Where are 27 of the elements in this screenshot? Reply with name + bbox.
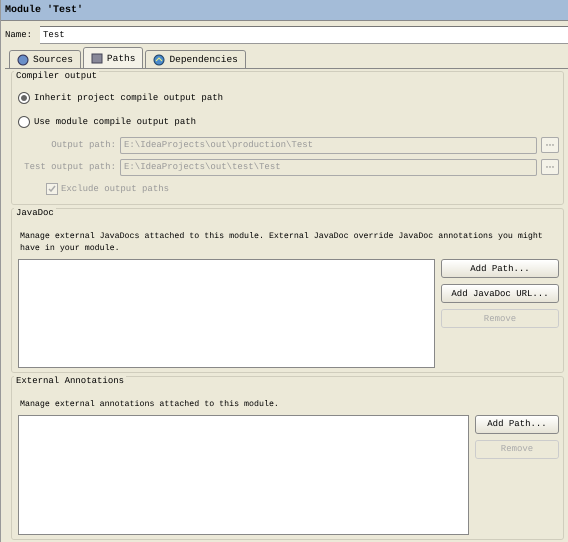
description-text: Manage external annotations attached to this module.: [20, 398, 280, 410]
browse-button[interactable]: [541, 159, 559, 175]
group-title: Compiler output: [14, 71, 100, 81]
radio-button[interactable]: [18, 116, 30, 128]
radio-label: Use module compile output path: [34, 117, 196, 127]
action-button[interactable]: Add Path...: [441, 259, 559, 278]
browse-button[interactable]: [541, 137, 559, 153]
radio-label: Inherit project compile output path: [34, 93, 224, 103]
name-label: Name:: [5, 30, 32, 40]
annotations-list[interactable]: [18, 414, 469, 535]
description-text: Manage external JavaDocs attached to this module. External JavaDoc override JavaDoc annotations you might have in your module.: [20, 231, 544, 255]
path-label: Output path:: [50, 140, 116, 150]
group-title: JavaDoc: [14, 208, 56, 218]
window-title: Module 'Test': [1, 0, 568, 21]
group-title: External Annotations: [14, 376, 126, 386]
tab[interactable]: Sources: [9, 50, 81, 68]
tab[interactable]: Paths: [82, 47, 144, 68]
path-label: Test output path:: [23, 162, 116, 172]
tab[interactable]: Dependencies: [145, 50, 246, 68]
action-button[interactable]: Add Path...: [475, 414, 559, 434]
checkbox-label: Exclude output paths: [61, 184, 170, 194]
globe-icon: [153, 54, 166, 66]
circle-icon: [17, 54, 29, 66]
name-field[interactable]: Test: [40, 26, 568, 44]
radio-button[interactable]: [18, 92, 30, 104]
action-button[interactable]: Add JavaDoc URL...: [441, 284, 559, 303]
folder-icon: [90, 52, 103, 64]
